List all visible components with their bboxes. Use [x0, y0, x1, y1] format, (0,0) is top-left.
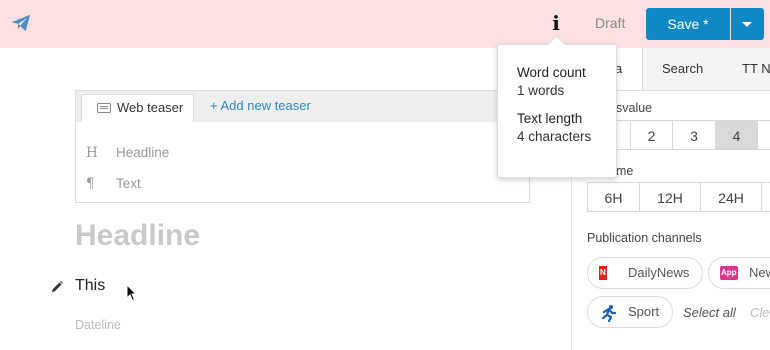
paragraph-icon: ¶ [86, 176, 95, 192]
headline-field[interactable]: Headline [75, 219, 200, 253]
value-option-5[interactable] [757, 120, 770, 150]
word-count-title: Word count [517, 65, 586, 80]
publication-channels-label: Publication channels [587, 231, 702, 245]
clear-link[interactable]: Clea [750, 305, 770, 320]
value-option-2[interactable]: 2 [630, 120, 673, 150]
time-option-12h[interactable]: 12H [639, 182, 701, 212]
select-all-link[interactable]: Select all [683, 305, 736, 320]
add-new-teaser-button[interactable]: + Add new teaser [210, 98, 311, 113]
teaser-panel: Web teaser + Add new teaser H Headline ¶… [75, 90, 530, 203]
tab-search[interactable]: Search [662, 48, 703, 90]
text-length-value: 4 characters [517, 129, 592, 144]
info-icon[interactable]: i [548, 10, 564, 36]
value-label: svalue [616, 101, 653, 115]
chevron-down-icon [742, 22, 752, 27]
word-count-popover: Word count 1 words Text length 4 charact… [497, 35, 617, 178]
text-length-title: Text length [517, 111, 583, 126]
dateline-field[interactable]: Dateline [75, 318, 121, 332]
channel-dailynews[interactable]: N DailyNews [587, 257, 703, 289]
heading-icon: H [86, 145, 98, 161]
teaser-headline-field[interactable]: H Headline [86, 145, 169, 161]
mouse-cursor-icon [126, 284, 138, 302]
runner-icon [601, 305, 617, 322]
time-option-24h[interactable]: 24H [700, 182, 762, 212]
save-dropdown-button[interactable] [731, 8, 764, 40]
teaser-tab-bar: Web teaser + Add new teaser [76, 91, 529, 122]
save-button[interactable]: Save * [646, 8, 730, 40]
pencil-icon [52, 281, 63, 292]
time-option-more[interactable] [761, 182, 770, 212]
channel-news[interactable]: App New [708, 257, 770, 289]
tab-tt-n[interactable]: TT N [742, 48, 770, 90]
paper-plane-icon[interactable] [10, 12, 32, 34]
app-icon: App [720, 266, 738, 280]
time-label: me [616, 164, 634, 178]
value-option-4[interactable]: 4 [715, 120, 758, 150]
word-count-value: 1 words [517, 83, 565, 98]
draft-status: Draft [595, 15, 626, 31]
dailynews-icon: N [599, 266, 607, 280]
value-option-3[interactable]: 3 [672, 120, 716, 150]
teaser-text-field[interactable]: ¶ Text [86, 176, 141, 192]
time-option-6h[interactable]: 6H [587, 182, 640, 212]
tab-web-teaser[interactable]: Web teaser [81, 94, 194, 122]
channel-sport[interactable]: Sport [587, 296, 673, 328]
body-text-field[interactable]: This [75, 277, 105, 295]
keyboard-icon [97, 103, 111, 113]
top-bar: i Draft Save * [0, 0, 770, 48]
